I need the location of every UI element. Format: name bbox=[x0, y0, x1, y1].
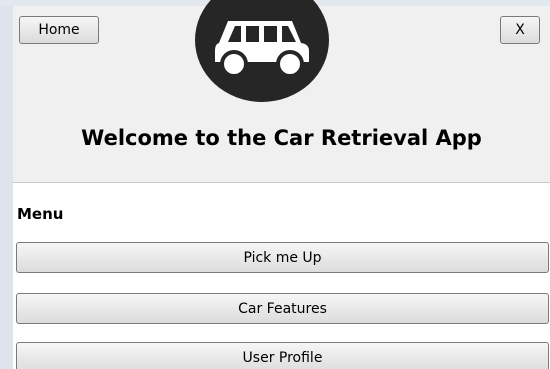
pick-me-up-button[interactable]: Pick me Up bbox=[16, 242, 549, 273]
menu-label: Menu bbox=[17, 205, 64, 223]
home-button[interactable]: Home bbox=[19, 16, 99, 44]
user-profile-button[interactable]: User Profile bbox=[16, 342, 549, 369]
car-features-button[interactable]: Car Features bbox=[16, 293, 549, 324]
window-left-edge bbox=[0, 0, 13, 369]
app-window: Home X Welcome to the Car Retrieval App … bbox=[0, 0, 550, 369]
menu-panel: Menu Pick me Up Car Features User Profil… bbox=[13, 183, 550, 369]
header-panel: Home X Welcome to the Car Retrieval App bbox=[13, 0, 550, 183]
page-title: Welcome to the Car Retrieval App bbox=[81, 126, 482, 150]
close-button[interactable]: X bbox=[500, 16, 540, 44]
car-icon bbox=[195, 0, 329, 102]
